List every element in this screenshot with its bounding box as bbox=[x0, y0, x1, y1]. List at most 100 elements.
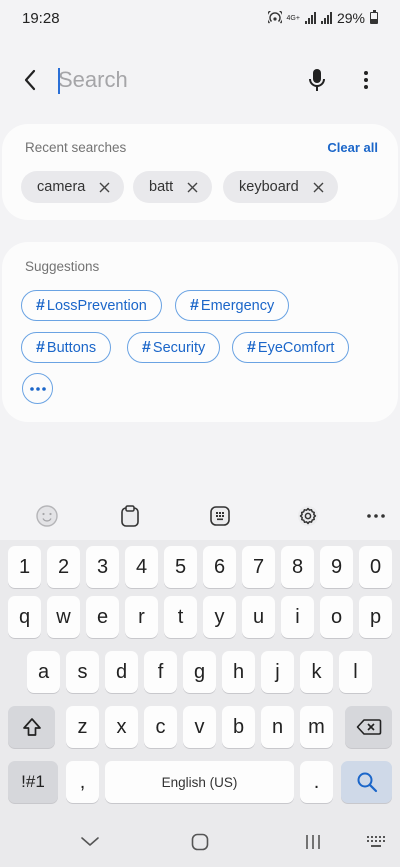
keyboard-hide-button[interactable] bbox=[360, 828, 392, 856]
settings-icon bbox=[298, 506, 318, 526]
key-2[interactable]: 2 bbox=[47, 546, 80, 588]
hotspot-icon bbox=[267, 11, 282, 24]
keyboard-hide-icon bbox=[367, 836, 385, 847]
battery-icon bbox=[370, 10, 378, 24]
suggestion-tag-security[interactable]: # Security bbox=[127, 332, 221, 363]
key-8[interactable]: 8 bbox=[281, 546, 314, 588]
key-w[interactable]: w bbox=[47, 596, 80, 638]
suggestion-tag-lossprevention[interactable]: # LossPrevention bbox=[21, 290, 162, 321]
key-o[interactable]: o bbox=[320, 596, 353, 638]
backspace-key[interactable] bbox=[345, 706, 392, 748]
key-e[interactable]: e bbox=[86, 596, 119, 638]
clipboard-icon bbox=[121, 505, 139, 527]
key-6[interactable]: 6 bbox=[203, 546, 236, 588]
key-5[interactable]: 5 bbox=[164, 546, 197, 588]
clipboard-button[interactable] bbox=[116, 502, 144, 530]
soft-keyboard: 1 2 3 4 5 6 7 8 9 0 q w e r t y u i o p … bbox=[0, 540, 400, 816]
nav-recents-button[interactable] bbox=[297, 828, 329, 856]
key-g[interactable]: g bbox=[183, 651, 216, 693]
search-app-bar bbox=[0, 52, 400, 108]
hash-icon: # bbox=[36, 338, 45, 356]
keyboard-mode-icon bbox=[210, 506, 230, 526]
suggestion-tag-emergency[interactable]: # Emergency bbox=[175, 290, 290, 321]
key-i[interactable]: i bbox=[281, 596, 314, 638]
key-s[interactable]: s bbox=[66, 651, 99, 693]
recent-searches-card: Recent searches Clear all camera batt ke… bbox=[2, 124, 398, 220]
key-7[interactable]: 7 bbox=[242, 546, 275, 588]
comma-key[interactable]: , bbox=[66, 761, 99, 803]
suggestions-card: Suggestions # LossPrevention # Emergency #… bbox=[2, 242, 398, 422]
key-1[interactable]: 1 bbox=[8, 546, 41, 588]
remove-recent-button[interactable] bbox=[313, 182, 324, 193]
status-time: 19:28 bbox=[22, 9, 60, 27]
key-c[interactable]: c bbox=[144, 706, 177, 748]
more-options-button[interactable] bbox=[352, 64, 380, 96]
recent-chip-batt[interactable]: batt bbox=[133, 171, 213, 203]
remove-recent-button[interactable] bbox=[187, 182, 198, 193]
recent-chip-label: batt bbox=[149, 179, 174, 195]
keyboard-more-button[interactable] bbox=[362, 502, 390, 530]
space-key[interactable]: English (US) bbox=[105, 761, 294, 803]
more-suggestions-button[interactable] bbox=[22, 373, 53, 404]
key-t[interactable]: t bbox=[164, 596, 197, 638]
key-n[interactable]: n bbox=[261, 706, 294, 748]
search-key[interactable] bbox=[341, 761, 392, 803]
remove-recent-button[interactable] bbox=[99, 182, 110, 193]
emoji-button[interactable] bbox=[33, 502, 61, 530]
recent-chip-label: keyboard bbox=[239, 179, 299, 195]
key-q[interactable]: q bbox=[8, 596, 41, 638]
key-a[interactable]: a bbox=[27, 651, 60, 693]
shift-icon bbox=[22, 718, 41, 736]
key-4[interactable]: 4 bbox=[125, 546, 158, 588]
suggestion-tag-buttons[interactable]: # Buttons bbox=[21, 332, 112, 363]
key-9[interactable]: 9 bbox=[320, 546, 353, 588]
key-b[interactable]: b bbox=[222, 706, 255, 748]
key-p[interactable]: p bbox=[359, 596, 392, 638]
tag-label: LossPrevention bbox=[46, 297, 147, 314]
key-0[interactable]: 0 bbox=[359, 546, 392, 588]
key-k[interactable]: k bbox=[300, 651, 333, 693]
key-d[interactable]: d bbox=[105, 651, 138, 693]
signal-icon-2 bbox=[320, 12, 332, 24]
key-z[interactable]: z bbox=[66, 706, 99, 748]
signal-icon bbox=[304, 12, 316, 24]
key-m[interactable]: m bbox=[300, 706, 333, 748]
backspace-icon bbox=[356, 719, 381, 735]
key-v[interactable]: v bbox=[183, 706, 216, 748]
suggestion-tag-eyecomfort[interactable]: # EyeComfort bbox=[232, 332, 350, 363]
keyboard-settings-button[interactable] bbox=[294, 502, 322, 530]
nav-back-button[interactable] bbox=[74, 828, 106, 856]
key-y[interactable]: y bbox=[203, 596, 236, 638]
battery-percent: 29% bbox=[336, 10, 365, 26]
key-f[interactable]: f bbox=[144, 651, 177, 693]
emoji-icon bbox=[36, 505, 58, 527]
symbols-key[interactable]: !#1 bbox=[8, 761, 58, 803]
key-j[interactable]: j bbox=[261, 651, 294, 693]
search-icon bbox=[357, 772, 377, 793]
system-nav-bar bbox=[0, 816, 400, 867]
tag-label: Buttons bbox=[46, 339, 97, 356]
hash-icon: # bbox=[247, 338, 256, 356]
key-u[interactable]: u bbox=[242, 596, 275, 638]
key-3[interactable]: 3 bbox=[86, 546, 119, 588]
close-icon bbox=[187, 182, 198, 192]
recent-chip-camera[interactable]: camera bbox=[21, 171, 125, 203]
key-r[interactable]: r bbox=[125, 596, 158, 638]
voice-search-button[interactable] bbox=[302, 64, 332, 96]
tag-label: Emergency bbox=[200, 297, 275, 314]
back-button[interactable] bbox=[14, 64, 46, 96]
shift-key[interactable] bbox=[8, 706, 55, 748]
hash-icon: # bbox=[142, 338, 151, 356]
period-key[interactable]: . bbox=[300, 761, 333, 803]
search-input[interactable] bbox=[58, 62, 288, 98]
hash-icon: # bbox=[36, 296, 45, 314]
network-type: 4G+ bbox=[286, 14, 300, 22]
keyboard-mode-button[interactable] bbox=[206, 502, 234, 530]
nav-recents-icon bbox=[306, 835, 320, 849]
key-x[interactable]: x bbox=[105, 706, 138, 748]
clear-all-button[interactable]: Clear all bbox=[327, 140, 378, 155]
nav-home-button[interactable] bbox=[184, 828, 216, 856]
key-l[interactable]: l bbox=[339, 651, 372, 693]
recent-chip-keyboard[interactable]: keyboard bbox=[223, 171, 338, 203]
key-h[interactable]: h bbox=[222, 651, 255, 693]
